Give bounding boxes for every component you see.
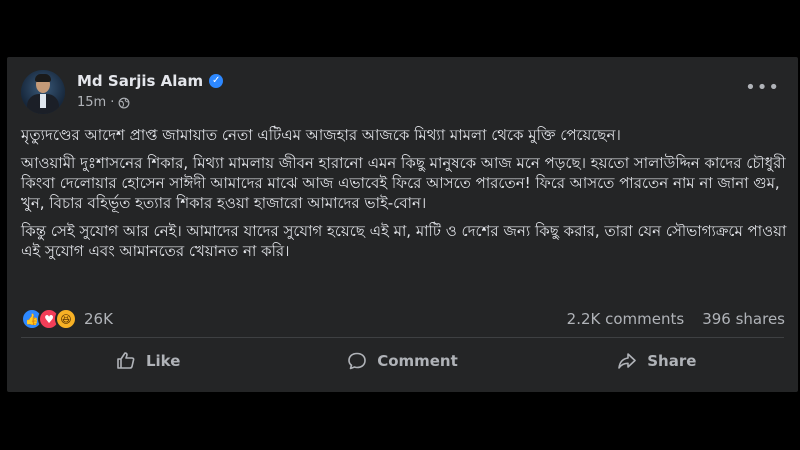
- post-paragraph: কিন্তু সেই সুযোগ আর নেই। আমাদের যাদের সু…: [21, 222, 787, 260]
- like-label: Like: [145, 352, 181, 370]
- engagement-counts: 2.2K comments 396 shares: [567, 310, 785, 328]
- author-name[interactable]: Md Sarjis Alam: [77, 72, 203, 90]
- comment-icon: [348, 352, 366, 370]
- post-text: মৃত্যুদণ্ডের আদেশ প্রাপ্ত জামায়াত নেতা …: [21, 125, 787, 269]
- divider: [21, 337, 784, 338]
- reaction-icons[interactable]: 👍 ♥ 😆: [21, 308, 77, 330]
- thumbs-up-icon: [117, 352, 135, 369]
- meta-separator: ·: [110, 95, 115, 110]
- post-card: Md Sarjis Alam ✓ 15m · ••• মৃত্যুদণ্ডের …: [7, 57, 798, 392]
- post-paragraph: মৃত্যুদণ্ডের আদেশ প্রাপ্ত জামায়াত নেতা …: [21, 126, 621, 144]
- post-time[interactable]: 15m: [77, 95, 106, 110]
- author-avatar[interactable]: [21, 70, 65, 114]
- reaction-count[interactable]: 26K: [84, 310, 113, 328]
- reaction-summary: 👍 ♥ 😆 26K 2.2K comments 396 shares: [21, 307, 785, 331]
- haha-reaction-icon: 😆: [55, 308, 77, 330]
- share-icon: [618, 353, 637, 369]
- more-options-icon[interactable]: •••: [745, 77, 780, 98]
- globe-icon[interactable]: [118, 97, 130, 109]
- like-button[interactable]: Like: [21, 341, 275, 381]
- post-paragraph: আওয়ামী দুঃশাসনের শিকার, মিথ্যা মামলায় …: [21, 154, 786, 212]
- author-row: Md Sarjis Alam ✓: [77, 71, 224, 91]
- action-bar: Like Comment Share: [21, 341, 784, 381]
- share-label: Share: [647, 352, 697, 370]
- comment-count[interactable]: 2.2K comments: [567, 310, 685, 328]
- post-meta: 15m ·: [77, 95, 130, 110]
- comment-button[interactable]: Comment: [275, 341, 529, 381]
- verified-badge-icon: ✓: [209, 74, 224, 88]
- share-button[interactable]: Share: [530, 341, 784, 381]
- comment-label: Comment: [377, 352, 458, 370]
- share-count[interactable]: 396 shares: [702, 310, 785, 328]
